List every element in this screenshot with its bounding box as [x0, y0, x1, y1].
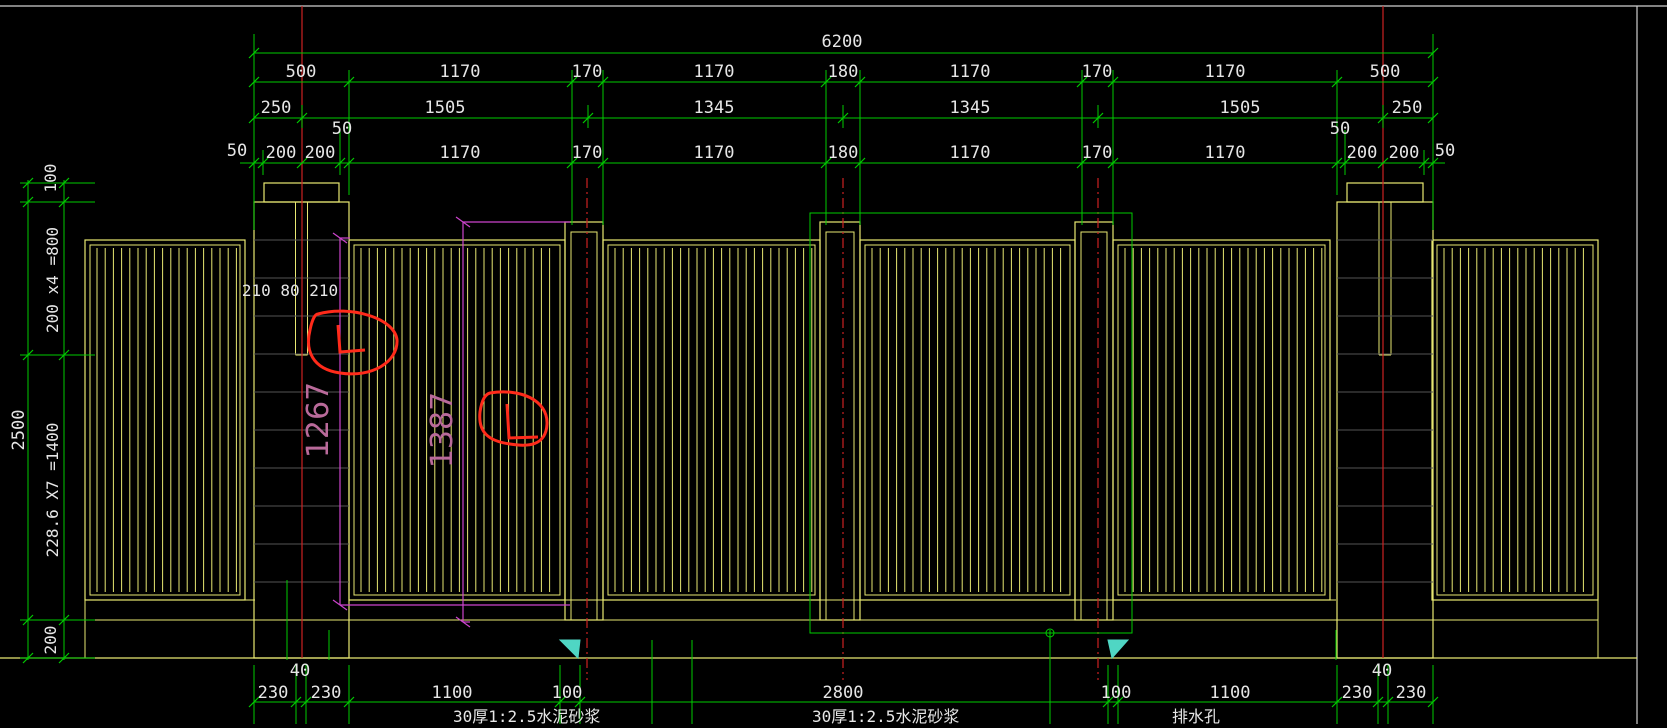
fence-post-inner — [825, 231, 855, 621]
dim-bottom-label: 1100 — [432, 683, 473, 703]
dim-row2-label: 1505 — [425, 98, 466, 118]
dim-row1-label: 1170 — [1205, 62, 1246, 82]
dim-row3-left-label: 200 — [266, 143, 297, 163]
dim-bottom-label: 100 — [552, 683, 583, 703]
note-mortar-center: 30厚1:2.5水泥砂浆 — [812, 707, 959, 724]
fence-panel-inner — [607, 244, 816, 596]
fence-panel-inner — [89, 244, 241, 596]
fence-panel-frame — [859, 239, 1076, 601]
notes: 30厚1:2.5水泥砂浆 30厚1:2.5水泥砂浆 排水孔 — [453, 707, 1220, 726]
dim-bottom-gap-right: 40 — [1372, 661, 1392, 681]
fence-panel-frame — [1431, 239, 1599, 601]
dim-pier-detail: 210 80 210 — [242, 281, 338, 300]
dim-row3-left-label: 50 — [332, 119, 352, 139]
dim-row2-label: 1345 — [694, 98, 735, 118]
dim-row1-label: 500 — [286, 62, 317, 82]
dim-row1-label: 1170 — [950, 62, 991, 82]
dim-row1-label: 170 — [572, 62, 603, 82]
note-mortar-left: 30厚1:2.5水泥砂浆 — [453, 707, 600, 724]
elevation-drawing: 6200 500 1170 170 1170 180 1170 170 1170 500 250 1… — [0, 5, 1667, 726]
dim-row1-label: 500 — [1370, 62, 1401, 82]
dim-row3-label: 170 — [1082, 143, 1113, 163]
dim-row3-right-label: 50 — [1435, 141, 1455, 161]
fence-panel-frame — [84, 239, 246, 601]
magenta-texts: 1267 1387 — [301, 382, 460, 468]
dim-row1-label: 1170 — [694, 62, 735, 82]
dim-row3-left-label: 200 — [305, 143, 336, 163]
dim-row3-right-label: 200 — [1347, 143, 1378, 163]
dim-bottom-label: 230 — [1342, 683, 1373, 703]
pier-cap — [1346, 182, 1424, 203]
fence-base-course — [84, 599, 1599, 658]
dim-row1-label: 170 — [1082, 62, 1113, 82]
dim-row3-label: 1170 — [440, 143, 481, 163]
dim-row1-label: 1170 — [440, 62, 481, 82]
dim-overall: 6200 — [822, 32, 863, 52]
drain-markers — [558, 639, 1130, 660]
dim-row3-label: 1170 — [1205, 143, 1246, 163]
dim-magenta-inner: 1267 — [301, 382, 336, 458]
dim-v-base: 200 — [41, 626, 60, 655]
dim-row3-left-label: 50 — [227, 141, 247, 161]
dim-bottom-label: 2800 — [823, 683, 864, 703]
dim-row2-label: 1345 — [950, 98, 991, 118]
dim-row2-label: 250 — [261, 98, 292, 118]
dim-row3-label: 180 — [828, 143, 859, 163]
dim-row1-label: 180 — [828, 62, 859, 82]
markup-circle-left — [307, 309, 399, 376]
cad-drawing-canvas[interactable]: 6200 500 1170 170 1170 180 1170 170 1170 500 250 1… — [0, 0, 1667, 726]
note-drain-hole: 排水孔 — [1172, 707, 1220, 724]
dim-magenta-outer: 1387 — [425, 392, 460, 468]
fence-post-inner — [1080, 231, 1108, 621]
dim-v-lower: 228.6 X7 =1400 — [43, 423, 62, 558]
dim-row3-right-label: 200 — [1389, 143, 1420, 163]
dim-bottom-label: 230 — [311, 683, 342, 703]
dim-v-upper: 200 x4 =800 — [43, 227, 62, 333]
dim-bottom-label: 230 — [258, 683, 289, 703]
dim-row3-label: 170 — [572, 143, 603, 163]
fence-panel-inner — [1117, 244, 1326, 596]
dimension-texts: 6200 500 1170 170 1170 180 1170 170 1170 500 250 1… — [227, 32, 1455, 703]
fence-post-inner — [570, 231, 598, 621]
dim-row3-label: 1170 — [694, 143, 735, 163]
vertical-dimension-texts: 100 200 x4 =800 2500 228.6 X7 =1400 200 — [9, 164, 62, 655]
dim-row3-label: 1170 — [950, 143, 991, 163]
dim-bottom-label: 100 — [1101, 683, 1132, 703]
dim-bottom-gap-left: 40 — [290, 661, 310, 681]
dim-row2-label: 1505 — [1220, 98, 1261, 118]
dim-bottom-label: 230 — [1396, 683, 1427, 703]
dim-v-top: 100 — [41, 164, 60, 193]
dim-bottom-label: 1100 — [1210, 683, 1251, 703]
dim-row3-right-label: 50 — [1330, 119, 1350, 139]
dim-row2-label: 250 — [1392, 98, 1423, 118]
fence-panel-inner — [864, 244, 1071, 596]
dim-v-total: 2500 — [9, 410, 29, 451]
